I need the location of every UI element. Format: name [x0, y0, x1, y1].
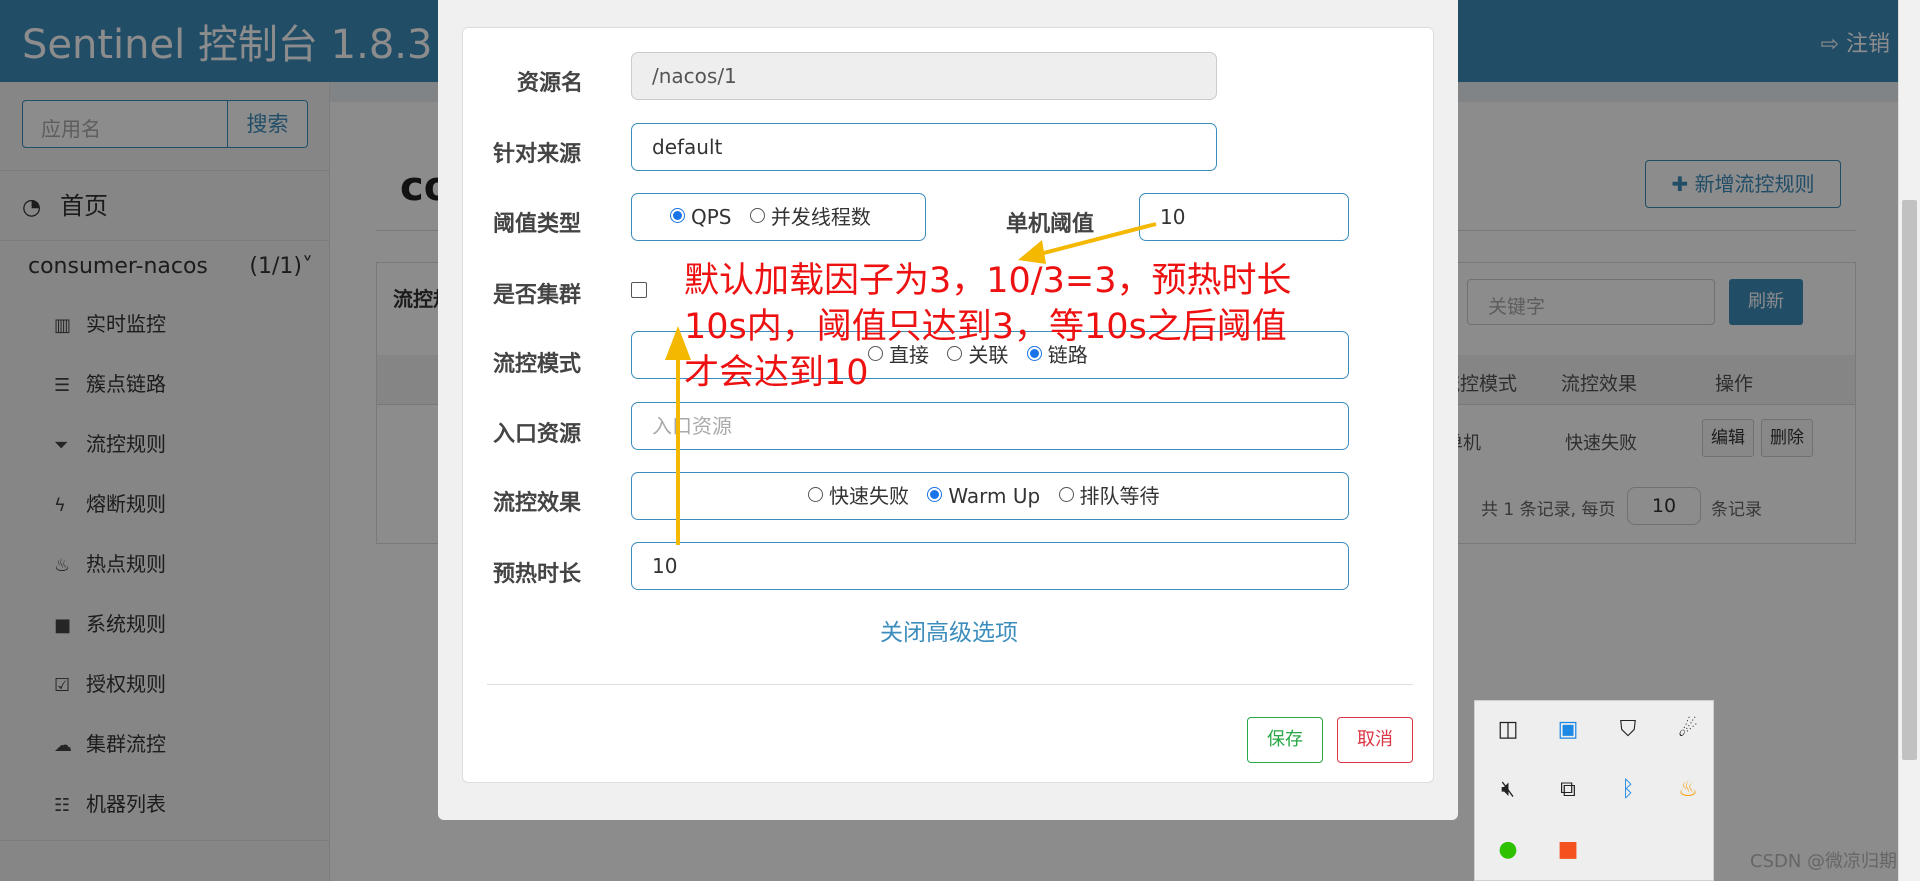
- arrow-to-threshold: [1031, 222, 1157, 258]
- media-app-icon[interactable]: ■: [1553, 835, 1583, 865]
- bluetooth-icon[interactable]: ᛒ: [1613, 775, 1643, 805]
- csdn-watermark: CSDN @微凉归期: [1750, 851, 1898, 872]
- muted-speaker-icon[interactable]: 🔇︎: [1493, 775, 1523, 805]
- arrow-head: [1018, 240, 1046, 264]
- image-app-icon[interactable]: ▣: [1553, 715, 1583, 745]
- satellite-icon[interactable]: ☄: [1673, 715, 1703, 745]
- wechat-icon[interactable]: ●: [1493, 835, 1523, 865]
- security-shield-icon[interactable]: ⛉: [1613, 715, 1643, 745]
- flame-app-icon[interactable]: ♨: [1673, 775, 1703, 805]
- system-tray-popup: ◫ ▣ ⛉ ☄ 🔇︎ ⧉ ᛒ ♨ ● ■: [1474, 700, 1714, 881]
- window-switch-icon[interactable]: ⧉: [1553, 775, 1583, 805]
- dolby-icon[interactable]: ◫: [1493, 715, 1523, 745]
- arrow-head: [665, 326, 691, 360]
